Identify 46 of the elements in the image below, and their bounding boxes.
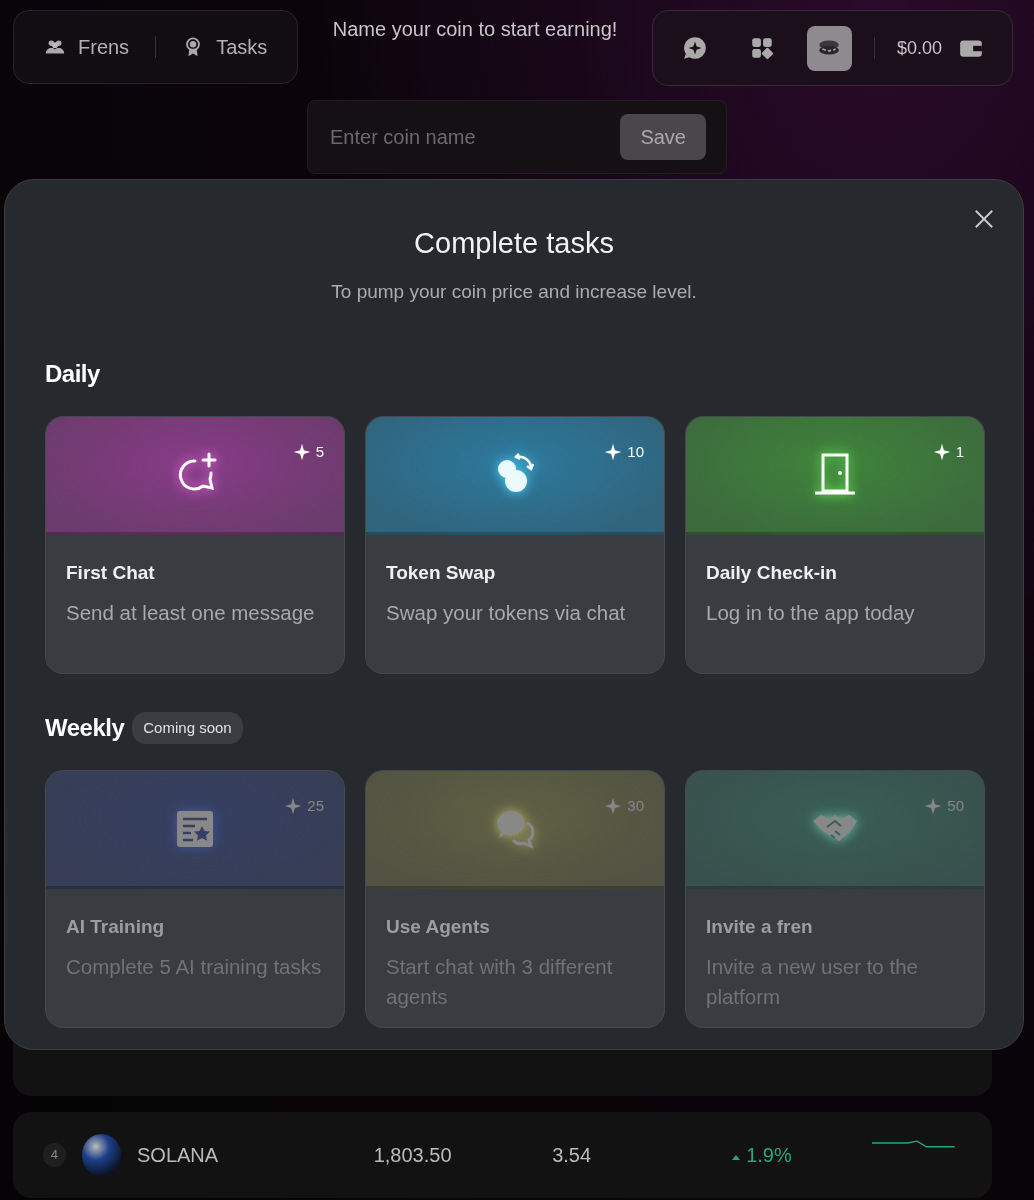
chat-sparkle-icon [682,35,709,61]
rank-badge: 4 [43,1143,66,1167]
prompt-text: Name your coin to start earning! [332,17,618,42]
leaderboard-row[interactable]: 4 SOLANA 1,803.50 3.54 1.9% [13,1112,992,1198]
points-text: 1 [932,441,964,464]
task-description: Swap your tokens via chat [386,599,627,626]
points-text: 30 [604,795,644,818]
coin-name: SOLANA [137,1143,220,1168]
coming-soon-badge: Coming soon [132,711,243,745]
sparkle-icon [932,443,951,462]
sparkle-icon [604,443,623,462]
section-title: Weekly [45,713,125,743]
price-text: 1,803.50 [373,1143,453,1168]
modal-title: Complete tasks [413,226,615,261]
task-title: AI Training [66,915,166,939]
points-text: 25 [284,795,324,818]
task-title: Token Swap [386,561,497,585]
apps-icon [749,35,776,61]
coin-avatar [81,1134,121,1176]
task-card[interactable]: 1 Daily Check-in Log in to the app today [685,416,985,674]
task-title: Daily Check-in [706,561,838,585]
close-icon [973,207,995,230]
task-title: Use Agents [386,915,491,939]
sparkle-icon [924,797,943,816]
save-button[interactable]: Save [620,114,706,160]
task-card[interactable]: 5 First Chat Send at least one message [45,416,345,674]
coin-name-field[interactable]: Enter coin name Save [307,100,727,174]
section-title: Daily [45,359,100,389]
toolbar-button[interactable] [806,25,852,71]
points-text: 5 [292,441,324,464]
task-description: Log in to the app today [706,599,916,626]
sparkle-icon [284,797,303,816]
task-description: Send at least one message [66,599,316,626]
change-text: 1.9% [730,1140,872,1170]
value-text: 3.54 [552,1143,593,1168]
sparkle-icon [292,443,311,462]
task-title: First Chat [66,561,156,585]
nav-link[interactable]: Frens [44,32,130,62]
modal-subtitle: To pump your coin price and increase level. [330,279,698,304]
sparkle-icon [604,797,623,816]
nav-link[interactable]: Tasks [182,32,268,62]
balance-text: $0.00 [896,36,942,60]
task-title: Invite a fren [706,915,814,939]
points-text: 50 [924,795,964,818]
task-card[interactable]: 10 Token Swap Swap your tokens via chat [365,416,665,674]
points-text: 10 [604,441,644,464]
